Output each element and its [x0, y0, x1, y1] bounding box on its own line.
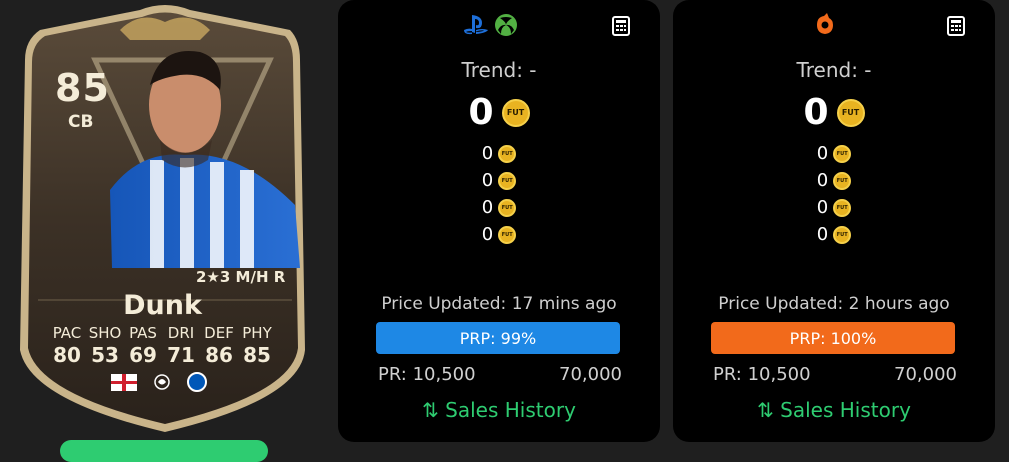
platform-icons	[462, 12, 519, 38]
playstation-icon	[464, 15, 488, 35]
stat-label: DEF	[204, 324, 234, 342]
additional-prices-list: 0 FUT 0 FUT 0 FUT 0 FUT	[338, 140, 660, 248]
list-item: 0 FUT	[673, 167, 995, 194]
stat-pac: PAC 80	[48, 324, 86, 367]
price-range-max: 70,000	[559, 364, 622, 385]
price-range: PR: 10,500 70,000	[378, 364, 622, 385]
stat-label: PAS	[129, 324, 157, 342]
price-updated-label: Price Updated: 17 mins ago	[381, 294, 617, 314]
card-position: CB	[68, 112, 94, 132]
prp-bar: PRP: 99%	[376, 322, 620, 354]
fut-coin-icon: FUT	[498, 225, 517, 244]
pc-price-panel: Trend: - 0 FUT 0 FUT 0 FUT 0 FUT 0 FUT P…	[673, 0, 995, 442]
player-name: Dunk	[123, 290, 202, 321]
stat-label: SHO	[88, 324, 122, 342]
platform-icons	[813, 12, 837, 38]
origin-icon	[817, 13, 833, 34]
price-value: 0	[816, 224, 829, 245]
stat-pas: PAS 69	[124, 324, 162, 367]
card-stats: PAC 80 SHO 53 PAS 69 DRI 71 DEF 86 PHY 8…	[48, 324, 276, 367]
action-button-partial[interactable]	[60, 440, 268, 462]
england-flag-icon	[111, 373, 137, 391]
price-value: 0	[481, 197, 494, 218]
price-range-min: PR: 10,500	[378, 364, 476, 385]
stat-value: 69	[129, 343, 157, 367]
fut-coin-icon: FUT	[833, 144, 852, 163]
fut-coin-icon: FUT	[836, 98, 865, 127]
stat-label: PHY	[242, 324, 272, 342]
fut-coin-icon: FUT	[833, 198, 852, 217]
stat-def: DEF 86	[200, 324, 238, 367]
price-value: 0	[816, 143, 829, 164]
card-rating: 85	[55, 66, 110, 110]
sales-history-link[interactable]: ⇅ Sales History	[673, 398, 995, 422]
sales-history-link[interactable]: ⇅ Sales History	[338, 398, 660, 422]
list-item: 0 FUT	[673, 194, 995, 221]
price-value: 0	[816, 170, 829, 191]
price-value: 0	[481, 170, 494, 191]
fut-coin-icon: FUT	[498, 198, 517, 217]
price-value: 0	[481, 143, 494, 164]
stat-value: 80	[53, 343, 81, 367]
trend-label: Trend: -	[796, 58, 872, 82]
card-affiliations	[111, 372, 207, 392]
list-item: 0 FUT	[673, 221, 995, 248]
stat-value: 86	[205, 343, 233, 367]
price-value: 0	[481, 224, 494, 245]
list-item: 0 FUT	[338, 221, 660, 248]
xbox-icon	[495, 14, 517, 36]
fut-coin-icon: FUT	[501, 98, 530, 127]
lowest-price: 0 FUT	[338, 92, 660, 133]
premier-league-icon	[154, 374, 170, 390]
price-range-min: PR: 10,500	[713, 364, 811, 385]
stat-sho: SHO 53	[86, 324, 124, 367]
prp-bar: PRP: 100%	[711, 322, 955, 354]
list-item: 0 FUT	[338, 140, 660, 167]
stat-value: 53	[91, 343, 119, 367]
stat-label: PAC	[52, 324, 82, 342]
trend-label: Trend: -	[461, 58, 537, 82]
player-card[interactable]: 85 CB 2★3 M/H R Dunk PAC 80 SHO 53 PAS 6…	[0, 0, 330, 450]
price-value: 0	[816, 197, 829, 218]
stat-dri: DRI 71	[162, 324, 200, 367]
list-item: 0 FUT	[673, 140, 995, 167]
brighton-crest-icon	[187, 372, 207, 392]
console-price-panel: Trend: - 0 FUT 0 FUT 0 FUT 0 FUT 0 FUT P…	[338, 0, 660, 442]
calculator-icon[interactable]	[612, 16, 630, 36]
price-range-max: 70,000	[894, 364, 957, 385]
fut-coin-icon: FUT	[498, 144, 517, 163]
fut-coin-icon: FUT	[498, 171, 517, 190]
price-updated-label: Price Updated: 2 hours ago	[718, 294, 950, 314]
price-range: PR: 10,500 70,000	[713, 364, 957, 385]
additional-prices-list: 0 FUT 0 FUT 0 FUT 0 FUT	[673, 140, 995, 248]
stat-value: 85	[243, 343, 271, 367]
stat-label: DRI	[167, 324, 195, 342]
stat-value: 71	[167, 343, 195, 367]
calculator-icon[interactable]	[947, 16, 965, 36]
price-value: 0	[468, 92, 494, 133]
stat-phy: PHY 85	[238, 324, 276, 367]
fut-coin-icon: FUT	[833, 171, 852, 190]
card-skills-workrates: 2★3 M/H R	[196, 268, 286, 286]
list-item: 0 FUT	[338, 167, 660, 194]
price-value: 0	[803, 92, 829, 133]
fut-coin-icon: FUT	[833, 225, 852, 244]
lowest-price: 0 FUT	[673, 92, 995, 133]
list-item: 0 FUT	[338, 194, 660, 221]
